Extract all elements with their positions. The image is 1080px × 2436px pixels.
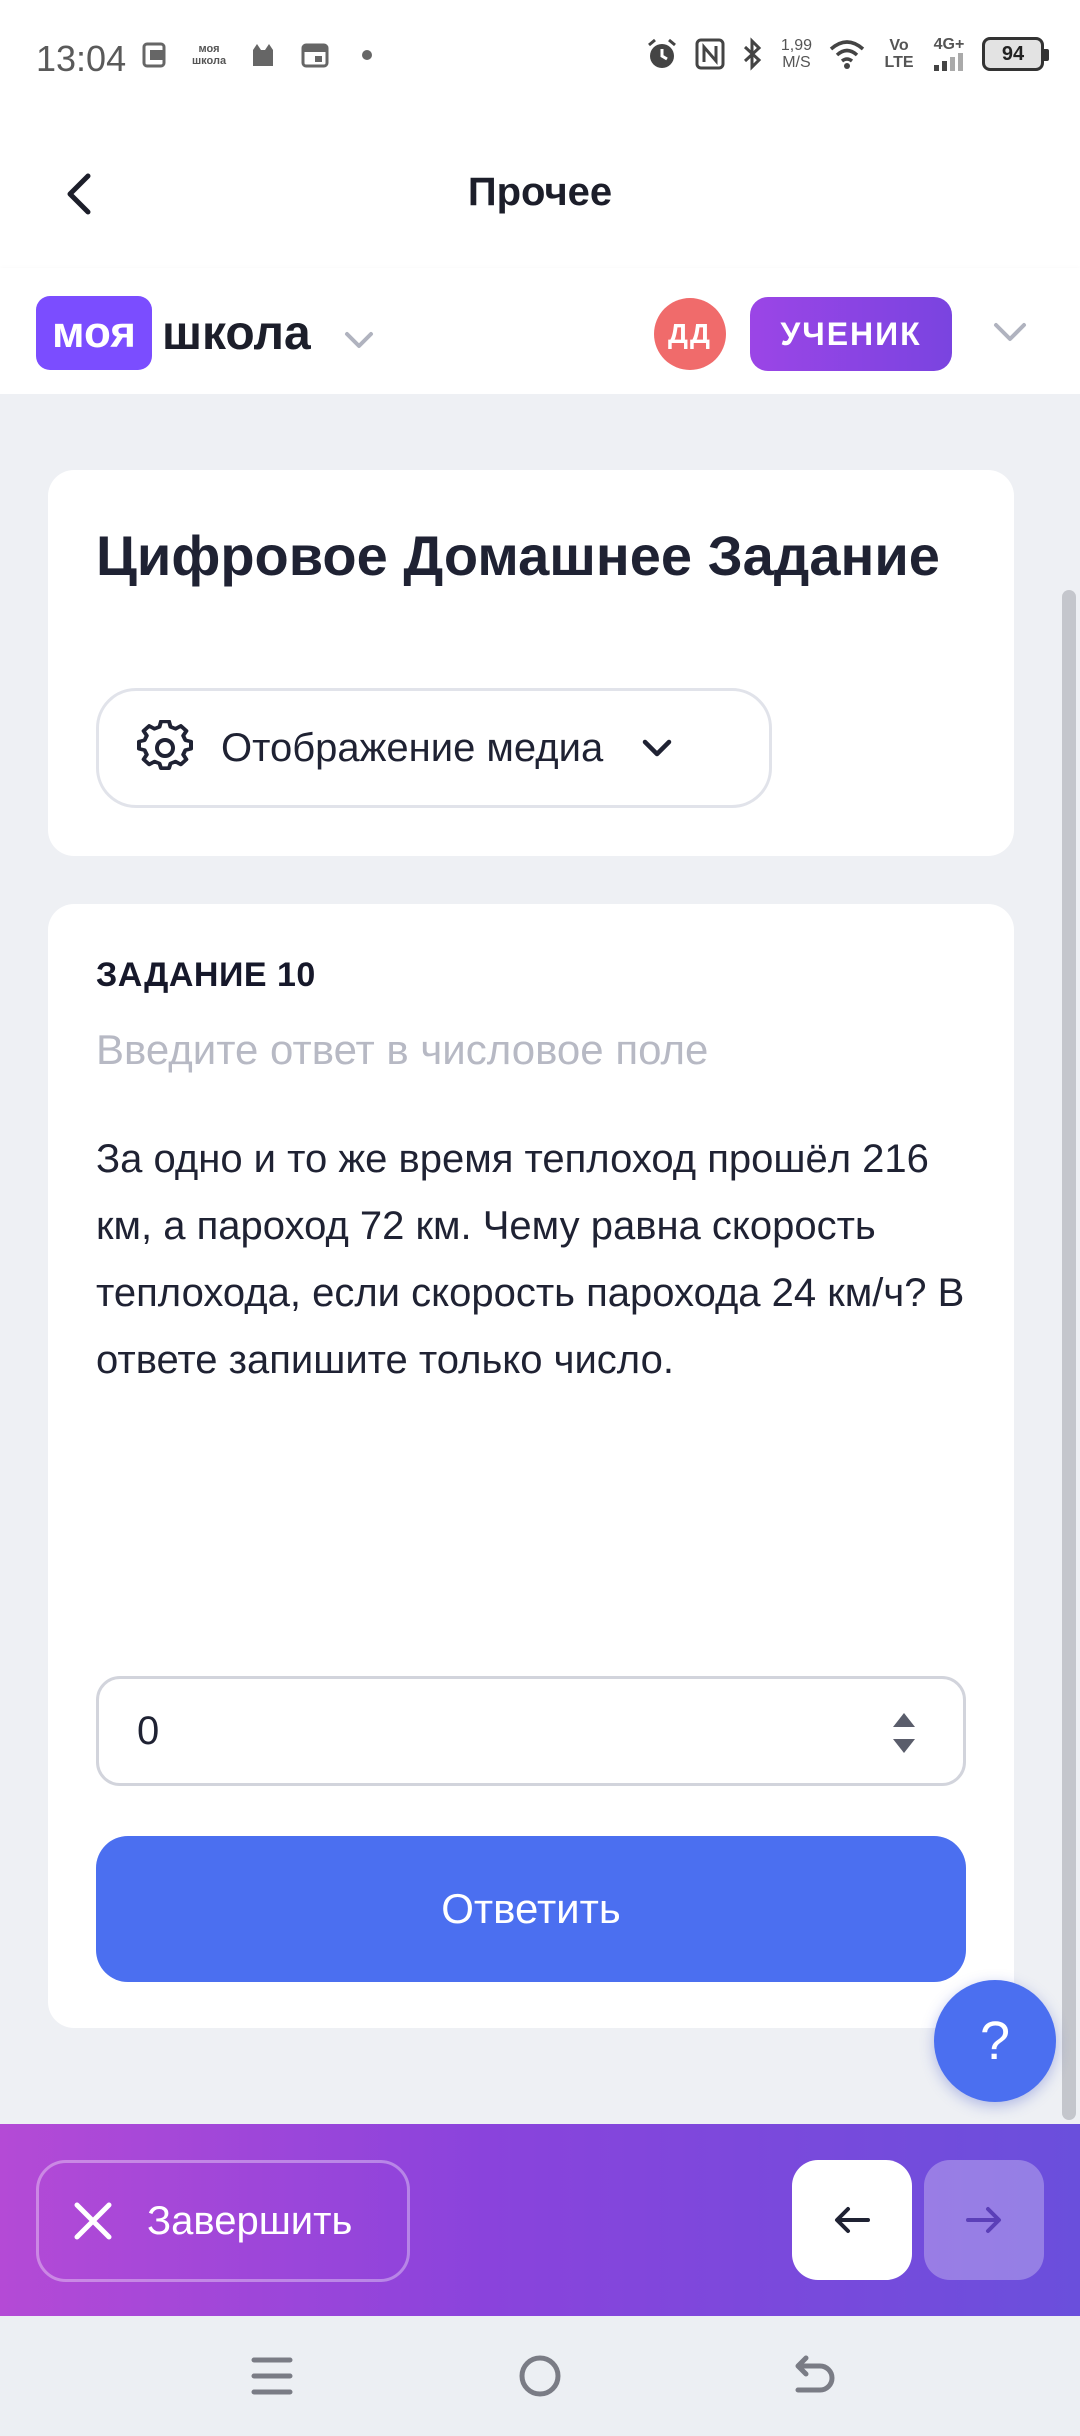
media-display-dropdown[interactable]: Отображение медиа <box>96 688 772 808</box>
arrow-right-icon <box>966 2207 1001 2233</box>
number-stepper-icon[interactable] <box>889 1703 919 1763</box>
finish-button[interactable]: Завершить <box>36 2160 410 2282</box>
role-chevron-down-icon[interactable] <box>988 310 1032 354</box>
dot-icon <box>362 50 372 60</box>
role-badge[interactable]: УЧЕНИК <box>750 297 952 371</box>
notification-icons: моя школа <box>140 40 382 70</box>
wifi-icon <box>829 39 865 69</box>
task-hint: Введите ответ в числовое поле <box>96 1026 709 1073</box>
scrollbar[interactable] <box>1062 590 1076 2120</box>
moya-shkola-logo[interactable]: моя школа <box>36 296 379 370</box>
answer-number-input[interactable] <box>137 1708 837 1754</box>
task-question-text: За одно и то же время теплоход прошёл 21… <box>96 1137 965 1382</box>
home-icon[interactable] <box>514 2350 566 2402</box>
volte-indicator: Vo LTE <box>884 36 914 71</box>
moya-shkola-app-icon: моя школа <box>192 43 227 67</box>
previous-task-button[interactable] <box>792 2160 912 2280</box>
close-icon <box>74 2202 112 2240</box>
submit-answer-button[interactable]: Ответить <box>96 1836 966 1982</box>
cat-app-icon <box>253 44 273 66</box>
network-type: 4G+ <box>933 36 965 53</box>
back-icon[interactable] <box>786 2350 838 2402</box>
calendar-app-icon <box>301 43 329 68</box>
network-speed: 1,99 M/S <box>780 36 812 71</box>
battery-indicator: 94 <box>982 36 1049 71</box>
finish-label: Завершить <box>147 2198 353 2243</box>
pdf-app-icon <box>142 42 166 68</box>
media-display-label: Отображение медиа <box>221 725 604 770</box>
menu-icon[interactable] <box>246 2350 298 2402</box>
chevron-down-icon[interactable] <box>339 320 379 360</box>
homework-title-card: Цифровое Домашнее Задание Отображение ме… <box>48 470 1014 856</box>
system-icons: 1,99 M/S Vo LTE 4G+ 94 <box>645 36 1049 71</box>
gear-icon <box>137 720 193 771</box>
bluetooth-icon <box>743 36 762 71</box>
logo-shkola-part: школа <box>161 306 311 360</box>
bottom-action-bar: Завершить <box>0 2124 1080 2316</box>
alarm-icon <box>647 38 676 68</box>
page-title: Прочее <box>467 170 613 214</box>
nfc-icon <box>695 38 725 69</box>
user-avatar[interactable]: ДД <box>654 298 726 370</box>
app-header: моя школа ДД УЧЕНИК <box>0 268 1080 394</box>
next-task-button[interactable] <box>924 2160 1044 2280</box>
top-navigation-bar: Прочее <box>0 118 1080 268</box>
answer-field[interactable] <box>96 1676 966 1786</box>
homework-title: Цифровое Домашнее Задание <box>96 524 940 587</box>
system-navigation-bar <box>0 2316 1080 2436</box>
logo-moya-part: моя <box>36 296 152 370</box>
task-card: ЗАДАНИЕ 10 Введите ответ в числовое поле… <box>48 904 1014 2028</box>
status-time: 13:04 <box>36 38 127 79</box>
help-button[interactable]: ? <box>934 1980 1056 2102</box>
cell-signal: 4G+ <box>932 36 966 71</box>
chevron-down-icon <box>642 739 672 757</box>
status-bar: 13:04 моя школа 1,99 M/S Vo LTE 4G+ 94 <box>0 0 1080 118</box>
task-number: ЗАДАНИЕ 10 <box>96 956 316 994</box>
arrow-left-icon <box>835 2207 870 2233</box>
signal-icon <box>934 53 963 71</box>
